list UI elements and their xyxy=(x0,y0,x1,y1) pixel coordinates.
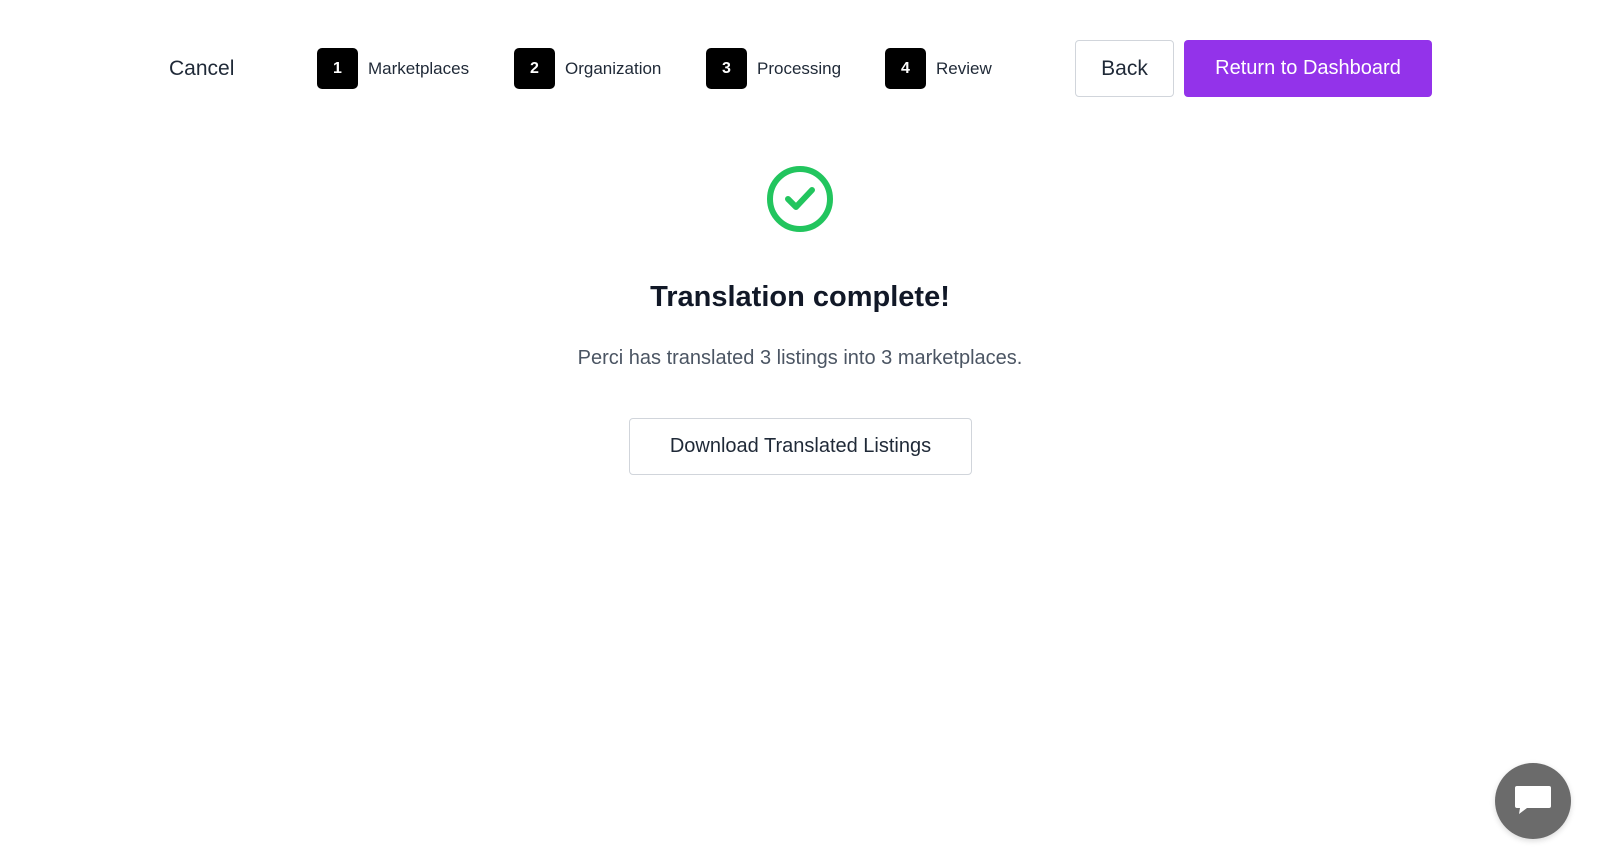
status-message: Perci has translated 3 listings into 3 m… xyxy=(577,347,1023,369)
page-title: Translation complete! xyxy=(650,281,950,313)
step-number: 3 xyxy=(706,48,747,89)
step-label: Marketplaces xyxy=(368,58,470,78)
chat-launcher-button[interactable] xyxy=(1495,763,1571,839)
step-processing[interactable]: 3 Processing xyxy=(706,48,841,89)
check-circle-icon xyxy=(766,165,834,233)
step-label: Organization xyxy=(565,58,662,78)
step-number: 2 xyxy=(514,48,555,89)
step-organization[interactable]: 2 Organization xyxy=(514,48,661,89)
step-label: Processing xyxy=(757,58,842,78)
return-to-dashboard-button[interactable]: Return to Dashboard xyxy=(1184,40,1432,97)
step-number: 4 xyxy=(885,48,926,89)
step-marketplaces[interactable]: 1 Marketplaces xyxy=(317,48,469,89)
step-review[interactable]: 4 Review xyxy=(885,48,992,89)
step-label: Review xyxy=(936,58,992,78)
cancel-link[interactable]: Cancel xyxy=(169,55,234,83)
wizard-header: Cancel 1 Marketplaces 2 Organization 3 P… xyxy=(0,0,1600,135)
back-button[interactable]: Back xyxy=(1075,40,1174,97)
chat-icon xyxy=(1513,782,1553,821)
download-translated-listings-button[interactable]: Download Translated Listings xyxy=(629,418,972,475)
step-number: 1 xyxy=(317,48,358,89)
